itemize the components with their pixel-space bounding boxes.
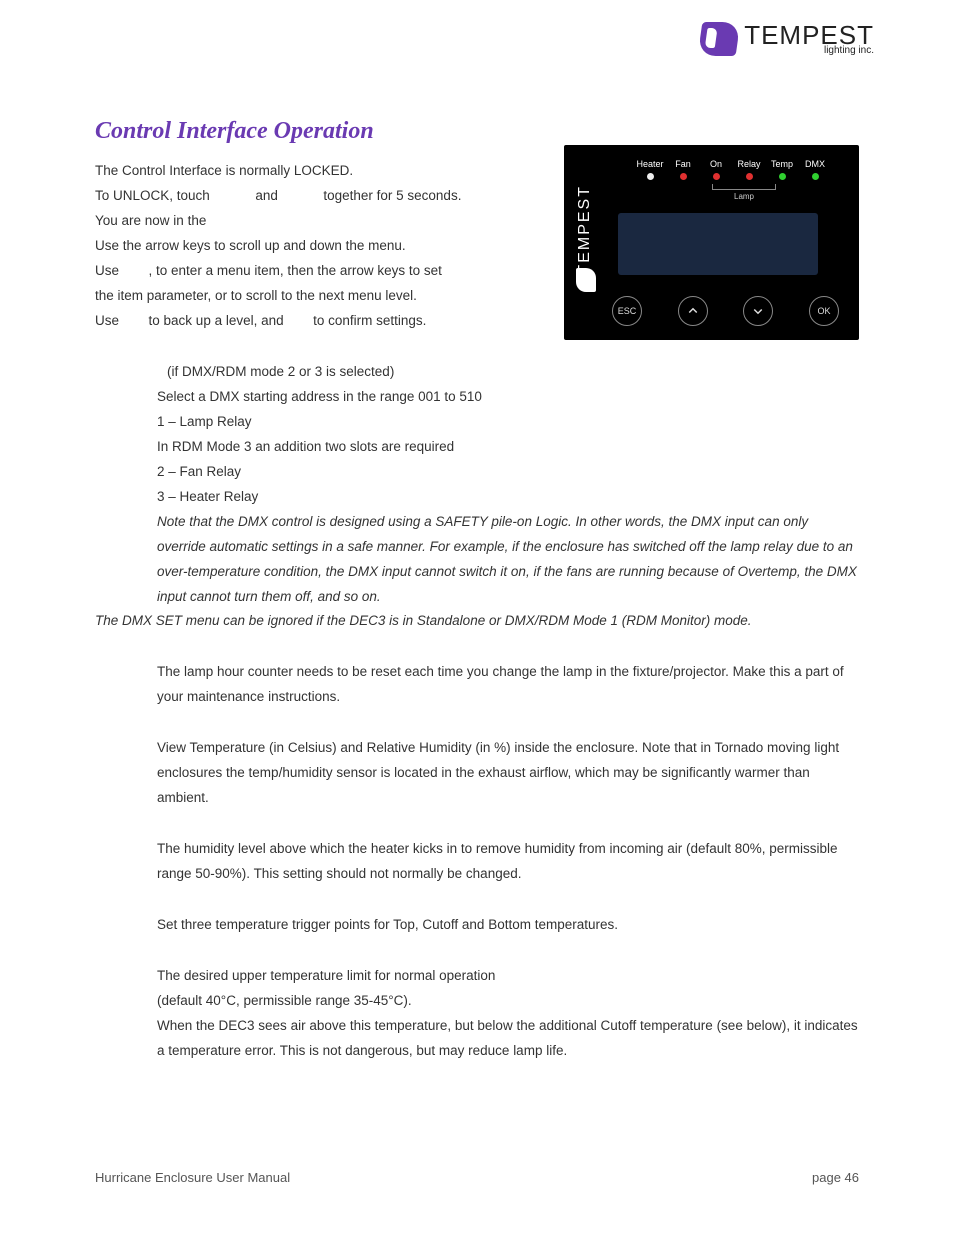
intro-line: Use the arrow keys to scroll up and down… (95, 234, 495, 259)
dmx-line: 3 – Heater Relay (157, 485, 859, 510)
upper-temp-block: The desired upper temperature limit for … (157, 964, 859, 1064)
footer-manual-title: Hurricane Enclosure User Manual (95, 1170, 290, 1185)
led-label: Temp (771, 159, 793, 169)
chevron-down-icon (752, 305, 764, 317)
intro-line: Use , to enter a menu item, then the arr… (95, 259, 495, 284)
intro-line: Use to back up a level, and to confirm s… (95, 309, 495, 334)
intro-paragraph: The Control Interface is normally LOCKED… (95, 159, 495, 334)
panel-led-row: Heater Fan On Relay Temp DMX (564, 145, 859, 180)
logo-mark-icon (698, 22, 741, 56)
lamp-bracket: Lamp (712, 189, 776, 190)
logo-sub-text: lighting inc. (744, 46, 874, 56)
intro-line: the item parameter, or to scroll to the … (95, 284, 495, 309)
led-label: Relay (737, 159, 760, 169)
panel-down-button (743, 296, 773, 326)
dmx-line: Select a DMX starting address in the ran… (157, 385, 859, 410)
dmx-condition: (if DMX/RDM mode 2 or 3 is selected) (167, 360, 859, 385)
footer-page-number: page 46 (812, 1170, 859, 1185)
panel-lcd-screen (618, 213, 818, 275)
intro-line: The Control Interface is normally LOCKED… (95, 159, 495, 184)
dmx-line: 1 – Lamp Relay (157, 410, 859, 435)
humidity-threshold-block: The humidity level above which the heate… (157, 837, 859, 887)
panel-button-row: ESC OK (612, 296, 839, 326)
led-heater-icon (647, 173, 654, 180)
panel-logo-icon (576, 268, 596, 292)
intro-line: To UNLOCK, touch and together for 5 seco… (95, 184, 495, 209)
dmx-line: 2 – Fan Relay (157, 460, 859, 485)
section-title: Control Interface Operation (95, 118, 859, 145)
led-label: Heater (636, 159, 663, 169)
led-on-icon (713, 173, 720, 180)
panel-brand-vertical: TEMPEST (576, 185, 594, 275)
led-temp-icon (779, 173, 786, 180)
chevron-up-icon (687, 305, 699, 317)
dmx-safety-note: Note that the DMX control is designed us… (157, 510, 859, 610)
led-label: DMX (805, 159, 825, 169)
control-panel-illustration: Heater Fan On Relay Temp DMX Lamp TEMPES… (564, 145, 859, 340)
dmx-block: (if DMX/RDM mode 2 or 3 is selected) Sel… (157, 360, 859, 610)
page-footer: Hurricane Enclosure User Manual page 46 (95, 1170, 859, 1185)
dmx-ignore-note: The DMX SET menu can be ignored if the D… (95, 609, 859, 634)
lamp-label: Lamp (734, 192, 754, 201)
dmx-line: In RDM Mode 3 an addition two slots are … (157, 435, 859, 460)
intro-line: You are now in the (95, 209, 495, 234)
trigger-points-block: Set three temperature trigger points for… (157, 913, 859, 938)
led-label: On (710, 159, 722, 169)
lamp-hours-block: The lamp hour counter needs to be reset … (157, 660, 859, 710)
led-dmx-icon (812, 173, 819, 180)
led-fan-icon (680, 173, 687, 180)
panel-esc-button: ESC (612, 296, 642, 326)
temp-humidity-block: View Temperature (in Celsius) and Relati… (157, 736, 859, 811)
led-label: Fan (675, 159, 691, 169)
panel-ok-button: OK (809, 296, 839, 326)
led-relay-icon (746, 173, 753, 180)
panel-up-button (678, 296, 708, 326)
brand-logo: TEMPEST lighting inc. (700, 22, 874, 56)
